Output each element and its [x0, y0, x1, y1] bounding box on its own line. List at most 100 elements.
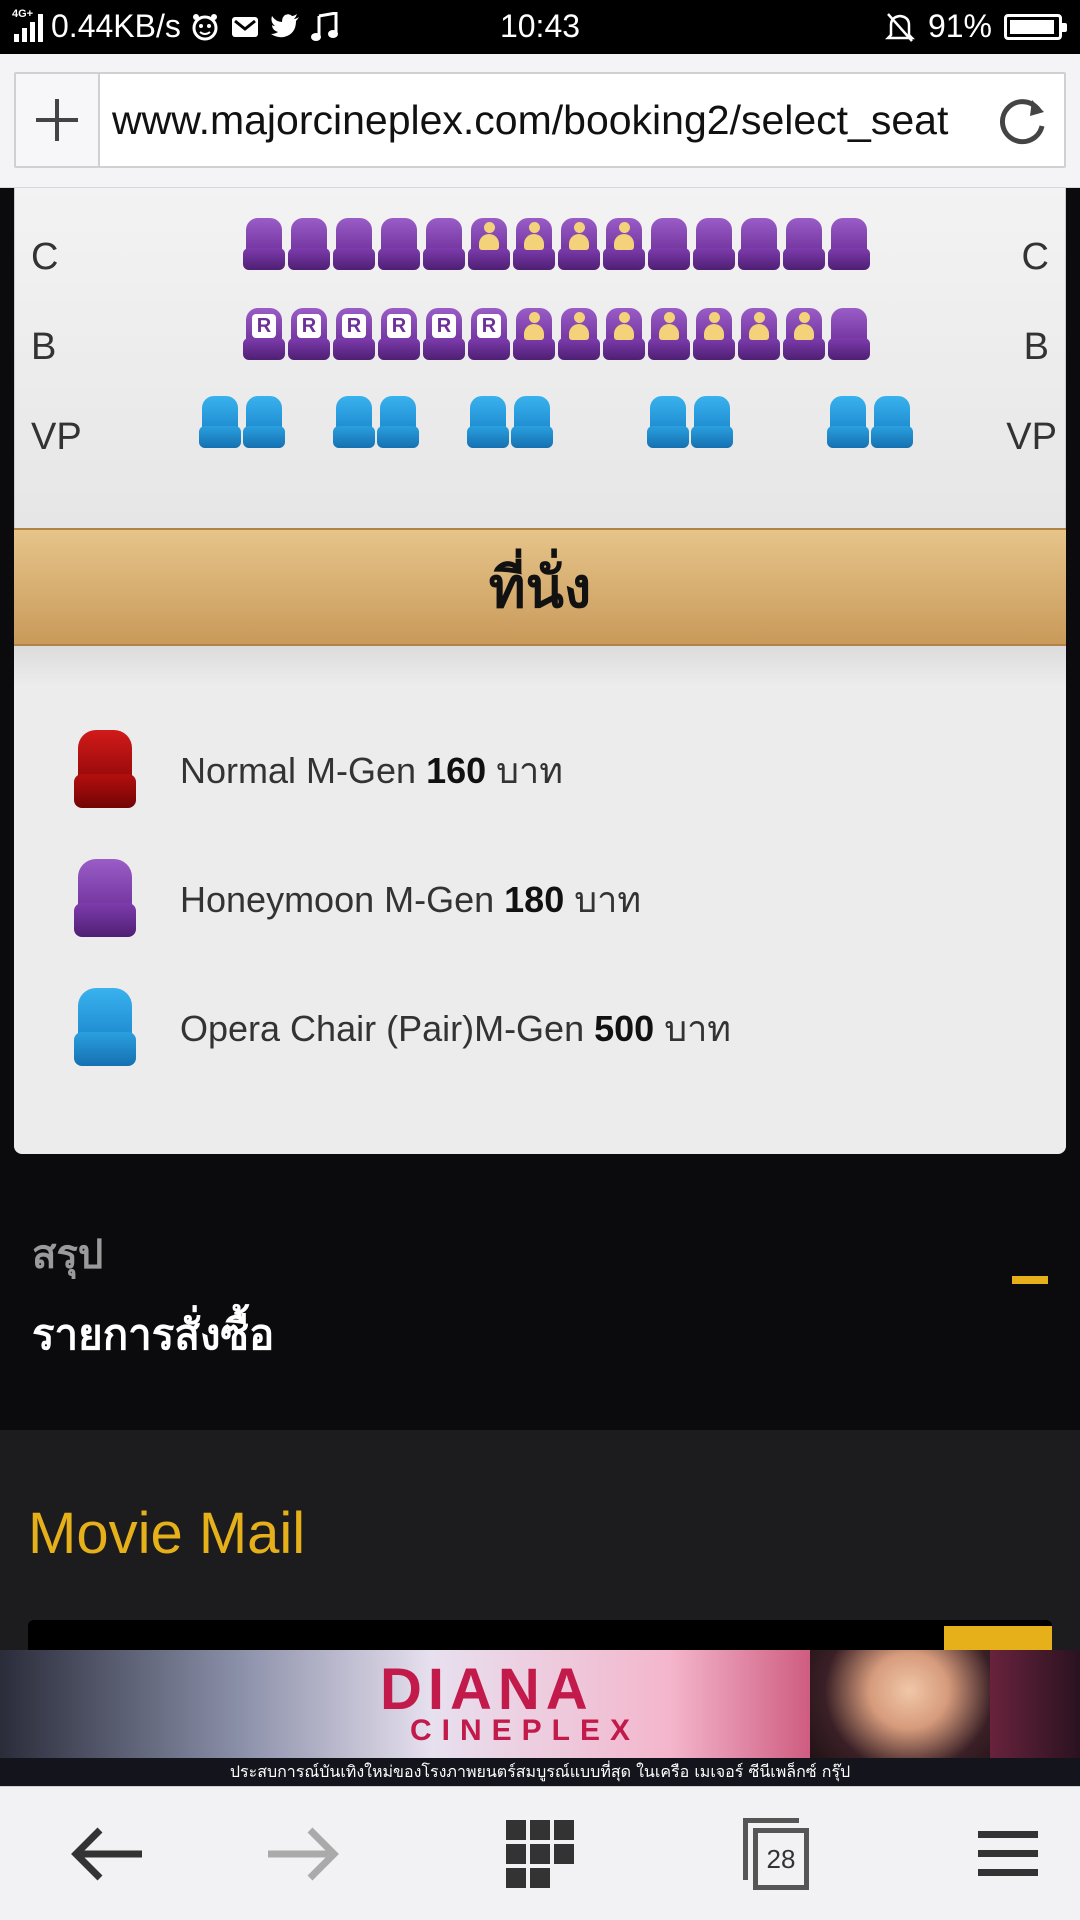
available-seat[interactable] [828, 218, 870, 270]
row-label-c-left: C [31, 236, 59, 278]
person-icon [568, 312, 590, 342]
plus-icon [36, 99, 78, 141]
occupied-seat [693, 308, 735, 360]
available-seat[interactable] [423, 218, 465, 270]
legend-item-honeymoon: Honeymoon M-Gen 180 บาท [14, 849, 1066, 939]
person-icon [478, 222, 500, 252]
bell-muted-icon [884, 11, 916, 43]
seat-price: 500 [594, 1008, 655, 1049]
tab-count: 28 [753, 1828, 809, 1890]
movie-mail-title: Movie Mail [28, 1501, 306, 1566]
reload-button[interactable] [990, 88, 1054, 152]
opera-seat[interactable] [377, 396, 419, 448]
reserved-mark: R [432, 314, 456, 338]
legend-item-normal: Normal M-Gen 160 บาท [14, 720, 1066, 810]
row-label-c-right: C [1021, 236, 1049, 278]
red-seat-icon [74, 730, 136, 808]
occupied-seat [513, 218, 555, 270]
opera-seat[interactable] [647, 396, 689, 448]
collapse-icon[interactable] [1012, 1276, 1048, 1284]
available-seat[interactable] [828, 308, 870, 360]
reserved-seat: R [378, 308, 420, 360]
person-icon [658, 312, 680, 342]
new-tab-button[interactable] [16, 74, 100, 166]
arrow-left-icon [71, 1827, 142, 1881]
currency: บาท [496, 750, 563, 791]
person-icon [523, 312, 545, 342]
reserved-mark: R [342, 314, 366, 338]
seat-type-name: Normal M-Gen [180, 750, 417, 791]
occupied-seat [603, 308, 645, 360]
order-summary[interactable]: สรุป รายการสั่งซื้อ [0, 1154, 1080, 1430]
occupied-seat [648, 308, 690, 360]
legend-title: ที่นั่ง [14, 528, 1066, 646]
reserved-seat: R [423, 308, 465, 360]
occupied-seat [603, 218, 645, 270]
battery-percent: 91% [927, 8, 992, 44]
grid-icon [506, 1820, 574, 1888]
banner-subtitle: CINEPLEX [410, 1714, 641, 1747]
seat-price: 180 [504, 879, 565, 920]
opera-seat[interactable] [199, 396, 241, 448]
available-seat[interactable] [648, 218, 690, 270]
reserved-seat: R [468, 308, 510, 360]
home-grid-button[interactable] [432, 1787, 648, 1920]
occupied-seat [468, 218, 510, 270]
available-seat[interactable] [693, 218, 735, 270]
occupied-seat [513, 308, 555, 360]
occupied-seat [558, 218, 600, 270]
person-icon [748, 312, 770, 342]
purple-seat-icon [74, 859, 136, 937]
tabs-icon: 28 [743, 1818, 809, 1890]
reload-icon [1000, 99, 1045, 145]
status-right: 91% [884, 8, 1067, 45]
legend-text: Normal M-Gen 160 บาท [180, 742, 563, 799]
seat-price: 160 [426, 750, 487, 791]
movie-mail-section: Movie Mail [0, 1430, 1080, 1666]
opera-seat[interactable] [691, 396, 733, 448]
ad-banner[interactable]: DIANA CINEPLEX ประสบการณ์บันเทิงใหม่ของโ… [0, 1650, 1080, 1786]
legend-text: Opera Chair (Pair)M-Gen 500 บาท [180, 1000, 731, 1057]
tabs-button[interactable]: 28 [668, 1787, 884, 1920]
opera-seat[interactable] [333, 396, 375, 448]
currency: บาท [574, 879, 642, 920]
available-seat[interactable] [378, 218, 420, 270]
currency: บาท [664, 1008, 732, 1049]
person-icon [523, 222, 545, 252]
back-button[interactable] [0, 1787, 216, 1920]
menu-button[interactable] [900, 1787, 1080, 1920]
person-icon [703, 312, 725, 342]
opera-seat[interactable] [511, 396, 553, 448]
reserved-seat: R [288, 308, 330, 360]
available-seat[interactable] [288, 218, 330, 270]
available-seat[interactable] [333, 218, 375, 270]
opera-seat[interactable] [243, 396, 285, 448]
person-icon [613, 312, 635, 342]
seat-map: C C B B VP VP RRRRRR [14, 188, 1066, 528]
seat-type-name: Honeymoon M-Gen [180, 879, 495, 920]
available-seat[interactable] [243, 218, 285, 270]
opera-seat[interactable] [467, 396, 509, 448]
occupied-seat [783, 308, 825, 360]
row-label-b-left: B [31, 326, 57, 368]
person-icon [793, 312, 815, 342]
battery-icon [1004, 13, 1067, 40]
url-text[interactable]: www.majorcineplex.com/booking2/select_se… [112, 74, 982, 166]
row-label-vp-right: VP [1006, 416, 1057, 458]
status-bar: 4G+ 0.44KB/s 10:43 91% [0, 0, 1080, 54]
seat-legend: Normal M-Gen 160 บาท Honeymoon M-Gen 180… [14, 646, 1066, 1154]
address-bar[interactable]: www.majorcineplex.com/booking2/select_se… [14, 72, 1066, 168]
opera-seat[interactable] [871, 396, 913, 448]
row-label-vp-left: VP [31, 416, 82, 458]
legend-item-opera: Opera Chair (Pair)M-Gen 500 บาท [14, 978, 1066, 1068]
forward-button[interactable] [194, 1787, 410, 1920]
available-seat[interactable] [783, 218, 825, 270]
opera-seat[interactable] [827, 396, 869, 448]
available-seat[interactable] [738, 218, 780, 270]
reserved-mark: R [252, 314, 276, 338]
banner-tagline: ประสบการณ์บันเทิงใหม่ของโรงภาพยนตร์สมบูร… [0, 1758, 1080, 1786]
screen: 4G+ 0.44KB/s 10:43 91% www.majorcineplex… [0, 0, 1080, 1920]
reserved-mark: R [297, 314, 321, 338]
banner-title: DIANA [380, 1657, 594, 1722]
reserved-mark: R [387, 314, 411, 338]
